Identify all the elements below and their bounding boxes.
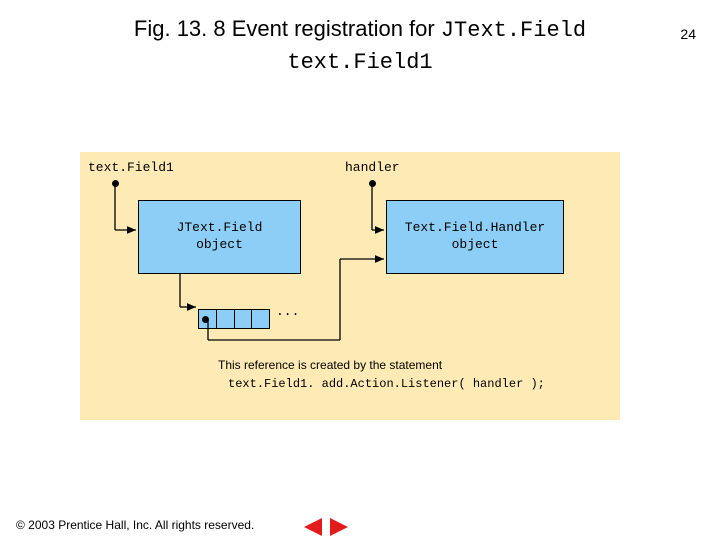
array-cell xyxy=(235,310,253,328)
caption-text: This reference is created by the stateme… xyxy=(218,358,442,372)
title-code-1: JText.Field xyxy=(441,18,586,43)
array-cell xyxy=(252,310,269,328)
reference-dot-icon xyxy=(369,180,376,187)
prev-slide-icon[interactable] xyxy=(304,518,322,536)
reference-dot-icon xyxy=(202,316,209,323)
diagram-caption: This reference is created by the stateme… xyxy=(218,356,545,393)
box2-line2: object xyxy=(452,237,499,252)
next-slide-icon[interactable] xyxy=(330,518,348,536)
diagram-panel: text.Field1 handler JText.Field object T… xyxy=(80,152,620,420)
caption-code: text.Field1. add.Action.Listener( handle… xyxy=(228,377,545,391)
object-box-handler: Text.Field.Handler object xyxy=(386,200,564,274)
ellipsis: ... xyxy=(276,304,299,319)
box1-line2: object xyxy=(196,237,243,252)
box1-line1: JText.Field xyxy=(177,220,263,235)
title-code-2: text.Field1 xyxy=(287,50,432,75)
slide-nav xyxy=(300,516,356,538)
variable-label-textfield1: text.Field1 xyxy=(88,160,174,175)
figure-title: Fig. 13. 8 Event registration for JText.… xyxy=(0,14,720,77)
array-cell xyxy=(199,310,217,328)
variable-label-handler: handler xyxy=(345,160,400,175)
title-prefix: Fig. 13. 8 Event registration for xyxy=(134,16,441,41)
page-number: 24 xyxy=(680,26,696,42)
reference-dot-icon xyxy=(112,180,119,187)
box2-line1: Text.Field.Handler xyxy=(405,220,545,235)
object-box-jtextfield: JText.Field object xyxy=(138,200,301,274)
listener-array xyxy=(198,309,270,329)
copyright-footer: © 2003 Prentice Hall, Inc. All rights re… xyxy=(16,518,254,532)
array-cell xyxy=(217,310,235,328)
